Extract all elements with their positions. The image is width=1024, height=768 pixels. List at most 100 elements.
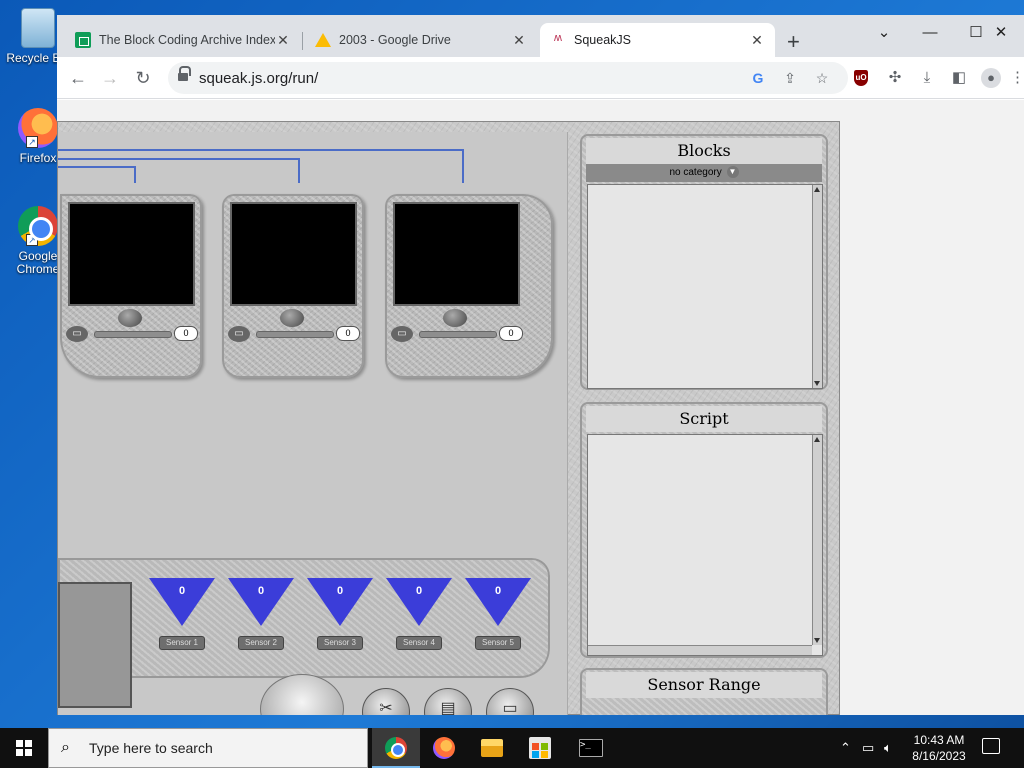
blocks-list[interactable] <box>587 184 823 389</box>
firefox-icon <box>433 737 455 759</box>
sensor-value: 0 <box>257 585 265 597</box>
category-label: no category <box>669 167 722 178</box>
panel-title: Sensor Range <box>586 672 822 698</box>
shortcut-arrow-icon: ↗ <box>26 136 38 148</box>
rcx-unit[interactable]: ▭ 0 <box>385 194 553 378</box>
tab-google-drive[interactable]: 2003 - Google Drive ✕ <box>305 23 537 57</box>
category-dropdown[interactable]: no category ▼ <box>586 164 822 182</box>
taskbar: ⌕ Type here to search >_ ⌃ ▭ 🔈︎ 10:43 AM… <box>0 728 1024 768</box>
chevron-down-icon: ▼ <box>726 166 739 179</box>
rcx-slider[interactable] <box>94 331 172 338</box>
shortcut-arrow-icon: ↗ <box>26 234 38 246</box>
tab-divider <box>302 32 303 50</box>
robot-stage[interactable]: ▭ 0 ▭ 0 ▭ 0 0 Sensor 1 0 Sensor 2 0 Sens… <box>58 132 568 715</box>
desktop-icon-label: Firefox <box>19 151 57 165</box>
sensor-label: Sensor 1 <box>159 636 205 650</box>
rcx-slider[interactable] <box>419 331 497 338</box>
reload-button[interactable]: ↻ <box>132 67 154 89</box>
minimize-button[interactable]: — <box>907 19 953 47</box>
tab-search-chevron-icon[interactable]: ⌄ <box>861 19 907 47</box>
new-tab-button[interactable]: + <box>787 29 800 55</box>
sensor-4[interactable]: 0 Sensor 4 <box>384 578 454 650</box>
sensor-value: 0 <box>415 585 423 597</box>
taskbar-store[interactable] <box>516 728 564 768</box>
windows-logo-icon <box>16 740 32 756</box>
folder-icon[interactable]: ▭ <box>228 326 250 342</box>
rcx-value: 0 <box>174 326 198 341</box>
lock-icon <box>178 66 191 83</box>
clock-date: 8/16/2023 <box>912 749 966 763</box>
sensor-1[interactable]: 0 Sensor 1 <box>147 578 217 650</box>
google-drive-icon <box>315 33 331 47</box>
rcx-run-button[interactable] <box>443 309 467 327</box>
tab-block-coding-archive[interactable]: The Block Coding Archive Index ✕ <box>65 23 301 57</box>
sensor-value: 0 <box>494 585 502 597</box>
close-window-button[interactable]: ✕ <box>978 19 1024 47</box>
close-icon[interactable]: ✕ <box>275 32 291 49</box>
taskbar-firefox[interactable] <box>420 728 468 768</box>
script-area[interactable] <box>587 434 823 656</box>
taskbar-file-explorer[interactable] <box>468 728 516 768</box>
back-button[interactable]: ← <box>67 67 89 89</box>
download-icon[interactable]: ⤓ <box>917 68 937 88</box>
share-icon[interactable]: ⇪ <box>781 69 799 87</box>
chrome-icon: ↗ <box>18 206 58 246</box>
vertical-scrollbar[interactable] <box>812 435 822 645</box>
browser-toolbar: ← → ↻ squeak.js.org/run/ G ⇪ ☆ uO ✣ ⤓ ◧ … <box>57 57 1024 99</box>
sensor-label: Sensor 5 <box>475 636 521 650</box>
squeak-world[interactable]: ▭ 0 ▭ 0 ▭ 0 0 Sensor 1 0 Sensor 2 0 Sens… <box>57 121 840 715</box>
folder-icon[interactable]: ▭ <box>66 326 88 342</box>
taskbar-chrome[interactable] <box>372 728 420 768</box>
volume-icon[interactable]: 🔈︎ <box>884 740 892 756</box>
extensions-puzzle-icon[interactable]: ✣ <box>885 68 905 88</box>
sensor-5[interactable]: 0 Sensor 5 <box>463 578 533 650</box>
clock[interactable]: 10:43 AM 8/16/2023 <box>905 732 973 764</box>
recycle-bin-icon <box>21 8 55 48</box>
notification-icon[interactable] <box>982 738 1000 754</box>
rcx-value: 0 <box>336 326 360 341</box>
tray-chevron-up-icon[interactable]: ⌃ <box>840 740 851 756</box>
ublock-origin-icon[interactable]: uO <box>854 70 868 86</box>
rcx-display <box>393 202 520 306</box>
desktop-icon-label: Google Chrome <box>16 249 60 276</box>
bookmark-star-icon[interactable]: ☆ <box>813 69 831 87</box>
sensor-range-panel: Sensor Range <box>580 668 828 715</box>
sensor-2[interactable]: 0 Sensor 2 <box>226 578 296 650</box>
forward-button[interactable]: → <box>99 67 121 89</box>
url-text[interactable]: squeak.js.org/run/ <box>199 70 318 87</box>
folder-icon[interactable]: ▭ <box>391 326 413 342</box>
panel-title: Script <box>586 406 822 432</box>
folder-icon <box>481 739 503 757</box>
firefox-icon: ↗ <box>18 108 58 148</box>
horizontal-scrollbar[interactable] <box>588 645 812 655</box>
more-menu-icon[interactable]: ⋮ <box>1010 68 1024 88</box>
rcx-unit[interactable]: ▭ 0 <box>60 194 202 378</box>
network-icon[interactable]: ▭ <box>862 740 874 756</box>
rcx-run-button[interactable] <box>118 309 142 327</box>
taskbar-terminal[interactable]: >_ <box>566 728 614 768</box>
google-sheets-icon <box>75 32 91 48</box>
profile-avatar-icon[interactable]: ● <box>981 68 1001 88</box>
sensor-preview-box[interactable] <box>58 582 132 708</box>
google-lens-icon[interactable]: G <box>749 69 767 87</box>
close-icon[interactable]: ✕ <box>511 32 527 49</box>
rcx-run-button[interactable] <box>280 309 304 327</box>
clock-time: 10:43 AM <box>913 733 965 747</box>
rcx-slider[interactable] <box>256 331 334 338</box>
chrome-icon <box>385 737 407 759</box>
tab-title: 2003 - Google Drive <box>339 33 451 47</box>
taskbar-search[interactable]: ⌕ Type here to search <box>48 728 368 768</box>
rcx-unit[interactable]: ▭ 0 <box>222 194 364 378</box>
tab-squeakjs[interactable]: ʍ SqueakJS ✕ <box>540 23 775 57</box>
browser-window: The Block Coding Archive Index ✕ 2003 - … <box>57 15 1024 715</box>
address-bar[interactable]: squeak.js.org/run/ G ⇪ ☆ <box>168 62 848 94</box>
start-button[interactable] <box>0 728 48 768</box>
sensor-label: Sensor 2 <box>238 636 284 650</box>
side-panel-icon[interactable]: ◧ <box>949 68 969 88</box>
vertical-scrollbar[interactable] <box>812 185 822 388</box>
tab-title: The Block Coding Archive Index <box>99 33 275 47</box>
close-icon[interactable]: ✕ <box>749 32 765 49</box>
rcx-value: 0 <box>499 326 523 341</box>
sensor-3[interactable]: 0 Sensor 3 <box>305 578 375 650</box>
script-panel: Script <box>580 402 828 658</box>
